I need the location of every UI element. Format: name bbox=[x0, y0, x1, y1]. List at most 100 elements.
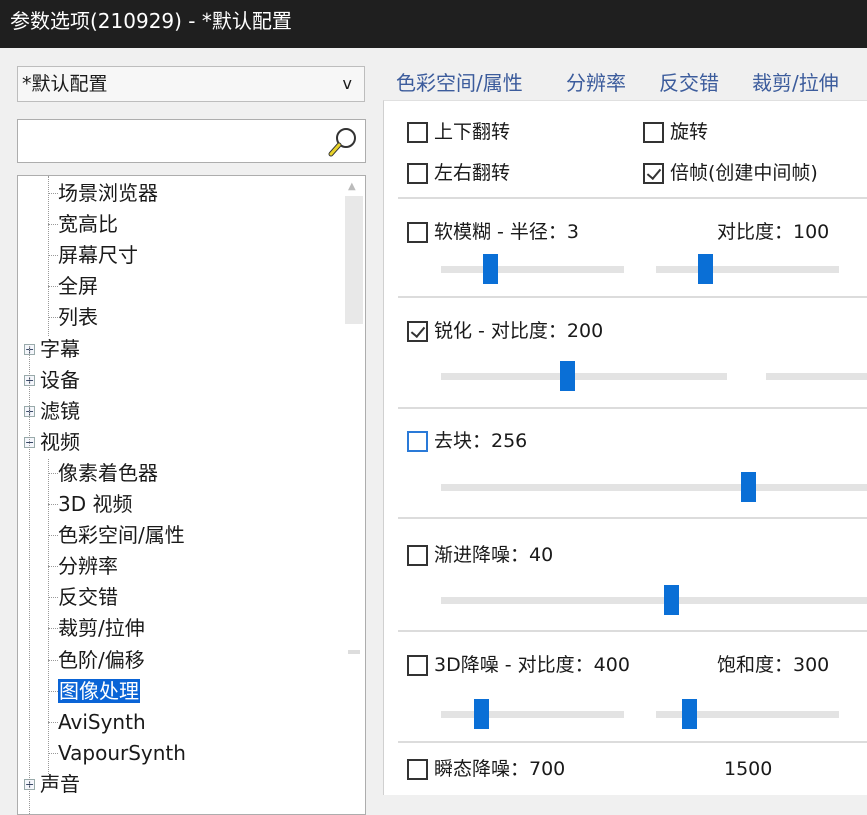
tree-item-label: 屏幕尺寸 bbox=[58, 243, 138, 268]
tab-deinterlace[interactable]: 反交错 bbox=[659, 68, 719, 98]
profile-select[interactable]: *默认配置 v bbox=[17, 66, 365, 102]
checkbox-box bbox=[643, 162, 664, 184]
denoise-3d-contrast-slider[interactable] bbox=[441, 699, 624, 729]
checkbox-box bbox=[643, 121, 664, 143]
tree-connector bbox=[48, 193, 58, 194]
tree-item-label: 色彩空间/属性 bbox=[58, 523, 185, 548]
tree-connector bbox=[48, 472, 58, 474]
tree-item-label: 图像处理 bbox=[58, 678, 140, 703]
tree-item[interactable]: 反交错 bbox=[58, 582, 118, 612]
tree-item[interactable]: 列表 bbox=[58, 302, 98, 332]
tree-item-label: 滤镜 bbox=[40, 398, 80, 423]
tree-item-label: 字幕 bbox=[40, 336, 80, 361]
tree-item-label: AviSynth bbox=[58, 709, 146, 734]
slider-thumb[interactable] bbox=[474, 699, 490, 729]
rotate-checkbox[interactable]: 旋转 bbox=[643, 120, 708, 144]
checkbox-box bbox=[407, 654, 428, 676]
tab-colorspace[interactable]: 色彩空间/属性 bbox=[396, 68, 523, 98]
checkbox-label: 旋转 bbox=[670, 121, 709, 143]
divider bbox=[398, 517, 867, 519]
sharpen-checkbox[interactable]: 锐化 - 对比度：200 bbox=[407, 319, 603, 343]
tree-item[interactable]: 声音 bbox=[40, 769, 80, 799]
divider bbox=[398, 407, 867, 409]
checkbox-label: 软模糊 - 半径：3 bbox=[434, 221, 580, 243]
checkbox-label: 3D降噪 - 对比度：400 bbox=[434, 654, 630, 676]
slider-thumb[interactable] bbox=[664, 585, 680, 615]
tree-connector bbox=[48, 286, 58, 288]
tab-resolution[interactable]: 分辨率 bbox=[566, 68, 626, 98]
checkbox-label: 渐进降噪：40 bbox=[434, 544, 554, 566]
denoise-3d-checkbox[interactable]: 3D降噪 - 对比度：400 bbox=[407, 653, 630, 677]
soft-blur-contrast-slider[interactable] bbox=[656, 254, 839, 284]
tree-connector bbox=[48, 752, 58, 754]
checkbox-box bbox=[407, 758, 428, 780]
search-icon[interactable] bbox=[327, 126, 357, 158]
tree-connector bbox=[48, 628, 58, 630]
tab-crop-stretch[interactable]: 裁剪/拉伸 bbox=[752, 68, 839, 98]
sharpen-second-slider[interactable] bbox=[766, 373, 867, 380]
divider bbox=[398, 197, 867, 199]
checkbox-box bbox=[407, 320, 428, 342]
divider bbox=[398, 741, 867, 743]
tree-item[interactable]: 设备 bbox=[40, 365, 80, 395]
flip-vertical-checkbox[interactable]: 上下翻转 bbox=[407, 120, 510, 144]
soft-blur-checkbox[interactable]: 软模糊 - 半径：3 bbox=[407, 220, 579, 244]
soft-blur-radius-slider[interactable] bbox=[441, 254, 624, 284]
progressive-denoise-slider[interactable] bbox=[441, 585, 867, 615]
tree-item[interactable]: 色彩空间/属性 bbox=[58, 520, 185, 550]
tree-connector bbox=[48, 535, 58, 537]
checkbox-label: 瞬态降噪：700 bbox=[434, 758, 566, 780]
deblock-slider[interactable] bbox=[441, 472, 867, 502]
deblock-checkbox[interactable]: 去块：256 bbox=[407, 429, 527, 453]
slider-thumb[interactable] bbox=[740, 472, 756, 502]
tree-item[interactable]: 屏幕尺寸 bbox=[58, 240, 138, 270]
denoise-3d-saturation-slider[interactable] bbox=[656, 699, 839, 729]
tree-item[interactable]: AviSynth bbox=[58, 707, 146, 737]
transient-denoise-checkbox[interactable]: 瞬态降噪：700 bbox=[407, 757, 565, 781]
tree-item-label: 设备 bbox=[40, 367, 80, 392]
tree-scrollbar[interactable]: ▲ bbox=[343, 176, 365, 814]
slider-thumb[interactable] bbox=[559, 361, 575, 391]
checkbox-box bbox=[407, 430, 428, 452]
tree-item[interactable]: 裁剪/拉伸 bbox=[58, 613, 145, 643]
tree-item[interactable]: 像素着色器 bbox=[58, 458, 158, 488]
tree-item[interactable]: 滤镜 bbox=[40, 396, 80, 426]
tree-connector bbox=[48, 255, 58, 257]
slider-thumb[interactable] bbox=[698, 254, 714, 284]
checkbox-label: 倍帧(创建中间帧) bbox=[670, 162, 818, 184]
chevron-down-icon: v bbox=[342, 74, 352, 93]
denoise-3d-saturation-label: 饱和度：300 bbox=[717, 654, 830, 676]
tree-connector bbox=[48, 566, 58, 568]
flip-horizontal-checkbox[interactable]: 左右翻转 bbox=[407, 161, 510, 185]
transient-denoise-second-value: 1500 bbox=[724, 758, 773, 780]
tree-item[interactable]: 宽高比 bbox=[58, 209, 118, 239]
double-frame-checkbox[interactable]: 倍帧(创建中间帧) bbox=[643, 161, 818, 185]
tree-item-label: 宽高比 bbox=[58, 212, 118, 237]
tree-item[interactable]: 色阶/偏移 bbox=[58, 645, 145, 675]
tree-item-label: 像素着色器 bbox=[58, 460, 158, 485]
checkbox-box bbox=[407, 162, 428, 184]
slider-thumb[interactable] bbox=[483, 254, 499, 284]
tree-item[interactable]: 视频 bbox=[40, 427, 80, 457]
tree-item[interactable]: 图像处理 bbox=[58, 676, 140, 706]
tree-connector bbox=[48, 721, 58, 723]
scrollbar-thumb[interactable] bbox=[345, 196, 363, 324]
tree-item[interactable]: 3D 视频 bbox=[58, 489, 132, 519]
tree-item[interactable]: 分辨率 bbox=[58, 551, 118, 581]
sharpen-contrast-slider[interactable] bbox=[441, 361, 727, 391]
tree-item[interactable]: 全屏 bbox=[58, 271, 98, 301]
progressive-denoise-checkbox[interactable]: 渐进降噪：40 bbox=[407, 543, 553, 567]
tree-item[interactable]: VapourSynth bbox=[58, 738, 186, 768]
search-input[interactable] bbox=[17, 119, 366, 163]
settings-tree[interactable]: 场景浏览器 宽高比 屏幕尺寸 全屏 列表 字幕 + 设备 + 滤镜 + 视频 − 像素着色器 3D 视频 色彩… bbox=[17, 175, 366, 815]
tree-item[interactable]: 场景浏览器 bbox=[58, 178, 158, 208]
tree-connector bbox=[48, 504, 58, 505]
tree-item[interactable]: 字幕 bbox=[40, 334, 80, 364]
scroll-up-icon[interactable]: ▲ bbox=[348, 181, 356, 192]
checkbox-label: 锐化 - 对比度：200 bbox=[434, 320, 604, 342]
tree-connector bbox=[29, 346, 30, 814]
tree-item-label: 分辨率 bbox=[58, 554, 118, 579]
slider-thumb[interactable] bbox=[681, 699, 697, 729]
checkbox-box bbox=[407, 544, 428, 566]
tree-item-label: 全屏 bbox=[58, 274, 98, 299]
